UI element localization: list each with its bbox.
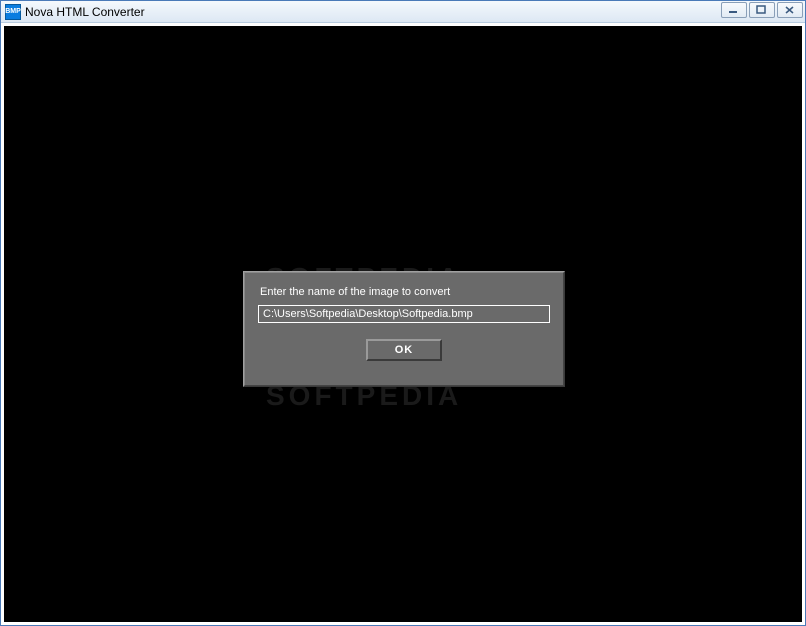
minimize-icon xyxy=(728,6,740,14)
ok-button[interactable]: OK xyxy=(366,339,442,361)
input-dialog: Enter the name of the image to convert O… xyxy=(243,271,565,387)
main-window: BMP Nova HTML Converter SOFTPEDIA SOFTPE… xyxy=(0,0,806,626)
image-path-input[interactable] xyxy=(258,305,550,323)
dialog-buttons: OK xyxy=(258,339,550,361)
close-button[interactable] xyxy=(777,2,803,18)
minimize-button[interactable] xyxy=(721,2,747,18)
close-icon xyxy=(784,5,796,15)
content-area: SOFTPEDIA SOFTPEDIA Enter the name of th… xyxy=(4,26,802,622)
window-title: Nova HTML Converter xyxy=(25,5,145,19)
dialog-prompt: Enter the name of the image to convert xyxy=(260,286,550,298)
maximize-button[interactable] xyxy=(749,2,775,18)
titlebar: BMP Nova HTML Converter xyxy=(1,1,805,23)
app-icon: BMP xyxy=(5,4,21,20)
maximize-icon xyxy=(756,5,768,15)
window-controls xyxy=(721,2,803,18)
